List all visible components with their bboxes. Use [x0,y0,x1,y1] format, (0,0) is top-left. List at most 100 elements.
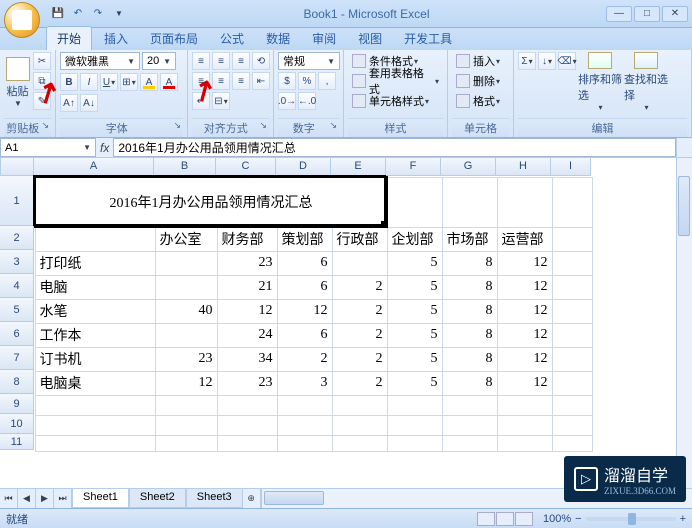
cell[interactable] [387,415,442,435]
cell[interactable]: 电脑 [35,275,155,299]
cell[interactable]: 2 [332,323,387,347]
cell[interactable]: 财务部 [217,227,277,251]
cell[interactable]: 6 [277,251,332,275]
format-painter-icon[interactable]: ✎ [33,92,51,110]
page-break-view-icon[interactable] [515,512,533,526]
cell[interactable] [35,415,155,435]
font-color-button[interactable]: A [160,73,178,91]
cell[interactable]: 12 [217,299,277,323]
grow-font-icon[interactable]: A↑ [60,94,78,112]
title-cell[interactable]: 2016年1月办公用品领用情况汇总 [35,177,387,227]
cell[interactable] [155,395,217,415]
save-icon[interactable]: 💾 [50,6,66,22]
vertical-scrollbar[interactable] [676,158,692,488]
dialog-launcher-icon[interactable]: ↘ [173,120,181,131]
cell[interactable] [442,435,497,451]
increase-decimal-icon[interactable]: .0→ [278,92,296,110]
minimize-button[interactable]: — [606,6,632,22]
cell[interactable]: 12 [497,371,552,395]
italic-button[interactable]: I [80,73,98,91]
cut-icon[interactable]: ✂ [33,52,51,70]
indent-dec-icon[interactable]: ⇤ [252,72,270,90]
cell[interactable]: 6 [277,323,332,347]
row-header-8[interactable]: 8 [0,370,34,394]
select-all-corner[interactable] [0,158,34,176]
row-header-2[interactable]: 2 [0,226,34,250]
col-header-C[interactable]: C [216,158,276,176]
cell[interactable]: 市场部 [442,227,497,251]
format-as-table-button[interactable]: 套用表格格式▾ [348,72,443,90]
percent-icon[interactable]: % [298,72,316,90]
cell[interactable]: 5 [387,323,442,347]
cell[interactable] [497,415,552,435]
cell[interactable] [35,227,155,251]
cell[interactable]: 12 [497,323,552,347]
cell[interactable] [552,227,592,251]
zoom-in-icon[interactable]: + [680,513,686,525]
cell[interactable] [155,415,217,435]
orientation-icon[interactable]: ⟲ [252,52,270,70]
cell[interactable]: 5 [387,299,442,323]
cell[interactable]: 8 [442,323,497,347]
cell[interactable] [552,275,592,299]
cell[interactable] [217,395,277,415]
delete-cells-button[interactable]: 删除▾ [452,72,504,90]
cell[interactable] [387,177,442,227]
align-center-icon[interactable]: ≡ [212,72,230,90]
cell[interactable]: 21 [217,275,277,299]
cell[interactable]: 打印纸 [35,251,155,275]
cell[interactable]: 订书机 [35,347,155,371]
col-header-A[interactable]: A [34,158,154,176]
cell[interactable] [155,251,217,275]
cell[interactable] [552,323,592,347]
cell[interactable]: 12 [497,347,552,371]
font-name-combo[interactable]: 微软雅黑▼ [60,52,140,70]
cell[interactable] [155,323,217,347]
cell[interactable] [552,395,592,415]
cell[interactable] [277,395,332,415]
cell[interactable]: 2 [332,371,387,395]
page-layout-view-icon[interactable] [496,512,514,526]
cell[interactable]: 办公室 [155,227,217,251]
cell[interactable]: 23 [217,251,277,275]
cell[interactable]: 23 [217,371,277,395]
merge-center-button[interactable]: ⊟▾ [212,92,230,110]
row-header-6[interactable]: 6 [0,322,34,346]
fill-icon[interactable]: ↓▾ [538,52,556,70]
cell[interactable] [277,415,332,435]
cell[interactable]: 2 [277,347,332,371]
clear-icon[interactable]: ⌫▾ [558,52,576,70]
cell[interactable]: 8 [442,299,497,323]
underline-button[interactable]: U▾ [100,73,118,91]
ribbon-tab-2[interactable]: 页面布局 [140,27,208,50]
normal-view-icon[interactable] [477,512,495,526]
row-header-3[interactable]: 3 [0,250,34,274]
formula-bar[interactable]: 2016年1月办公用品领用情况汇总 [113,138,676,157]
fx-icon[interactable]: fx [100,141,109,155]
cell[interactable] [552,347,592,371]
dialog-launcher-icon[interactable]: ↘ [329,120,337,131]
currency-icon[interactable]: $ [278,72,296,90]
row-header-7[interactable]: 7 [0,346,34,370]
cell[interactable] [552,299,592,323]
cell[interactable] [332,395,387,415]
cell[interactable] [552,371,592,395]
cell[interactable] [332,435,387,451]
row-header-11[interactable]: 11 [0,434,34,450]
cell[interactable]: 12 [497,275,552,299]
col-header-I[interactable]: I [551,158,591,176]
close-button[interactable]: ✕ [662,6,688,22]
qat-dropdown-icon[interactable]: ▼ [111,6,127,22]
cell[interactable]: 24 [217,323,277,347]
cell[interactable]: 12 [497,299,552,323]
sheet-tab-Sheet3[interactable]: Sheet3 [186,489,243,508]
align-middle-icon[interactable]: ≡ [212,52,230,70]
cell[interactable] [552,435,592,451]
col-header-E[interactable]: E [331,158,386,176]
zoom-slider[interactable] [586,517,676,521]
cell[interactable]: 12 [277,299,332,323]
cell[interactable]: 水笔 [35,299,155,323]
ribbon-tab-1[interactable]: 插入 [94,27,138,50]
cell[interactable] [552,415,592,435]
cell[interactable]: 12 [155,371,217,395]
